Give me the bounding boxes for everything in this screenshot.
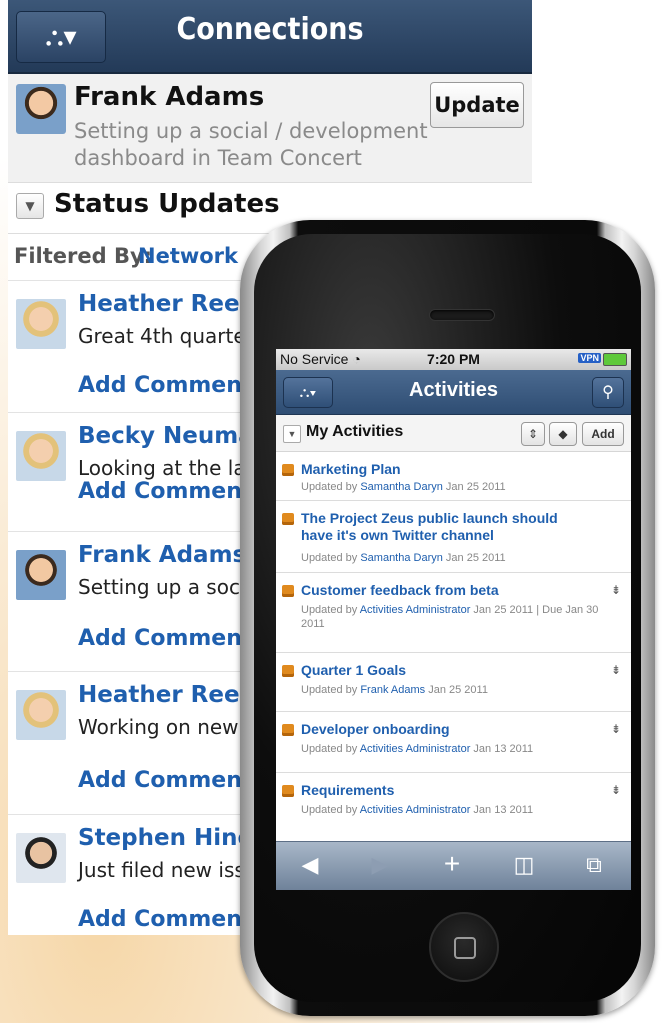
avatar	[16, 431, 66, 481]
briefcase-icon	[282, 785, 294, 797]
activity-title[interactable]: Marketing Plan	[301, 461, 591, 478]
author-link[interactable]: Samantha Daryn	[360, 481, 443, 493]
home-button[interactable]	[429, 912, 499, 982]
section-title: Status Updates	[54, 189, 280, 219]
iphone-device: No Service ◔ 7:20 PM VPN ⛬▾ Activities ⚲…	[240, 220, 655, 1016]
activity-title[interactable]: The Project Zeus public launch should ha…	[301, 510, 591, 544]
activity-item[interactable]: Quarter 1 Goals ⇟ Updated by Frank Adams…	[276, 653, 631, 712]
author-link[interactable]: Activities Administrator	[360, 604, 471, 616]
update-button[interactable]: Update	[430, 82, 524, 128]
briefcase-icon	[282, 724, 294, 736]
profile-name: Frank Adams	[74, 82, 265, 112]
add-comment-link[interactable]: Add Comment	[78, 768, 252, 793]
forward-arrow-icon[interactable]: ▶	[362, 852, 398, 878]
nav-bar: ⛬▾ Activities ⚲	[276, 370, 631, 415]
status-bar: No Service ◔ 7:20 PM VPN	[276, 349, 631, 370]
tag-button[interactable]: ◆	[549, 422, 577, 446]
my-activities-header: ▼ My Activities ⇕ ◆ Add	[276, 415, 631, 452]
add-activity-button[interactable]: Add	[582, 422, 624, 446]
profile-panel: Frank Adams Setting up a social / develo…	[8, 74, 532, 183]
home-square-icon	[454, 937, 476, 959]
author-link[interactable]: Samantha Daryn	[360, 552, 443, 564]
activity-title[interactable]: Quarter 1 Goals	[301, 662, 591, 679]
sort-icon: ⇕	[527, 427, 539, 441]
activity-meta: Updated by Activities Administrator Jan …	[301, 743, 534, 755]
profile-status: Setting up a social / development dashbo…	[74, 119, 428, 170]
sort-button[interactable]: ⇕	[521, 422, 545, 446]
activity-meta: Updated by Frank Adams Jan 25 2011	[301, 684, 488, 696]
author-link[interactable]: Activities Administrator	[360, 804, 471, 816]
phone-screen: No Service ◔ 7:20 PM VPN ⛬▾ Activities ⚲…	[276, 349, 631, 890]
search-button[interactable]: ⚲	[592, 377, 624, 408]
avatar	[16, 833, 66, 883]
page-title: Activities	[409, 379, 498, 401]
header-bar: ⛬▾ Connections	[8, 0, 532, 74]
add-comment-link[interactable]: Add Comment	[78, 907, 252, 932]
avatar	[16, 550, 66, 600]
add-comment-link[interactable]: Add Comment	[78, 626, 252, 651]
tag-icon: ◆	[558, 427, 568, 441]
vpn-badge: VPN	[578, 353, 601, 363]
avatar	[16, 299, 66, 349]
activity-item[interactable]: Developer onboarding ⇟ Updated by Activi…	[276, 712, 631, 773]
book-icon[interactable]: ◫	[506, 852, 542, 878]
briefcase-icon	[282, 464, 294, 476]
activity-title[interactable]: Requirements	[301, 782, 591, 799]
filter-label: Filtered By:	[14, 244, 153, 268]
collapse-toggle[interactable]: ▼	[283, 425, 301, 443]
add-comment-link[interactable]: Add Comment	[78, 479, 252, 504]
expand-chevron-icon[interactable]: ⇟	[611, 663, 621, 677]
expand-chevron-icon[interactable]: ⇟	[611, 583, 621, 597]
activity-title[interactable]: Customer feedback from beta	[301, 582, 591, 599]
briefcase-icon	[282, 513, 294, 525]
browser-toolbar: ◀ ▶ + ◫ ⧉	[276, 841, 631, 890]
collapse-toggle[interactable]: ▼	[16, 193, 44, 219]
activity-meta: Updated by Activities Administrator Jan …	[301, 604, 599, 630]
activity-item[interactable]: Customer feedback from beta ⇟ Updated by…	[276, 573, 631, 653]
page-title: Connections	[176, 12, 364, 47]
plus-icon[interactable]: +	[434, 848, 470, 880]
activity-meta: Updated by Activities Administrator Jan …	[301, 804, 534, 816]
avatar	[16, 690, 66, 740]
activity-meta: Updated by Samantha Daryn Jan 25 2011	[301, 481, 506, 493]
filter-value-link[interactable]: Network	[138, 244, 238, 268]
speaker-grille	[429, 309, 495, 321]
author-link[interactable]: Stephen Hines	[78, 825, 267, 851]
activity-item[interactable]: Marketing Plan Updated by Samantha Daryn…	[276, 452, 631, 501]
battery-icon	[603, 353, 627, 366]
avatar	[16, 84, 66, 134]
expand-chevron-icon[interactable]: ⇟	[611, 722, 621, 736]
activity-meta: Updated by Samantha Daryn Jan 25 2011	[301, 552, 506, 564]
briefcase-icon	[282, 585, 294, 597]
search-icon: ⚲	[602, 384, 614, 401]
expand-chevron-icon[interactable]: ⇟	[611, 783, 621, 797]
activity-item[interactable]: The Project Zeus public launch should ha…	[276, 501, 631, 573]
back-arrow-icon[interactable]: ◀	[292, 852, 328, 878]
author-link[interactable]: Frank Adams	[360, 684, 425, 696]
author-link[interactable]: Activities Administrator	[360, 743, 471, 755]
add-comment-link[interactable]: Add Comment	[78, 373, 252, 398]
pages-icon[interactable]: ⧉	[576, 852, 612, 878]
section-title: My Activities	[306, 423, 404, 440]
activity-item[interactable]: Requirements ⇟ Updated by Activities Adm…	[276, 773, 631, 823]
activity-title[interactable]: Developer onboarding	[301, 721, 591, 738]
briefcase-icon	[282, 665, 294, 677]
